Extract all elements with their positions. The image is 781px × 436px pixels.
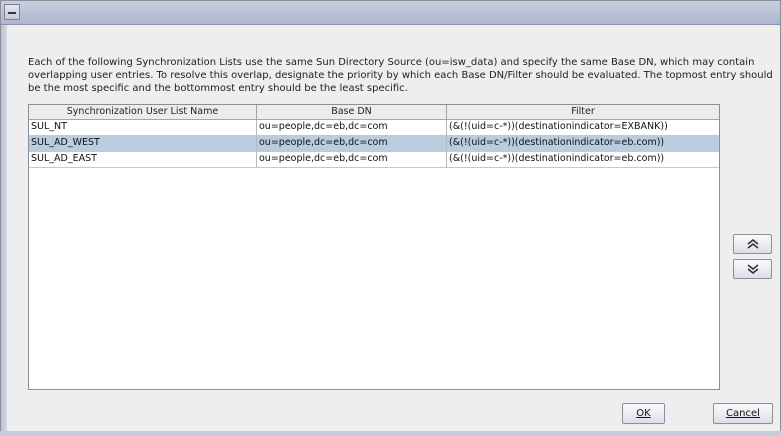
ok-button[interactable]: OK xyxy=(622,403,665,424)
minus-icon xyxy=(8,12,16,14)
cell-base-dn: ou=people,dc=eb,dc=com xyxy=(257,152,447,167)
table-row[interactable]: SUL_AD_EAST ou=people,dc=eb,dc=com (&(!(… xyxy=(29,152,719,168)
table-header: Synchronization User List Name Base DN F… xyxy=(29,105,719,120)
move-down-button[interactable] xyxy=(733,259,772,279)
column-header-filter[interactable]: Filter xyxy=(447,105,719,119)
window-left-border xyxy=(1,25,7,435)
double-chevron-up-icon xyxy=(747,239,758,249)
instructions-text: Each of the following Synchronization Li… xyxy=(28,57,773,94)
cell-list-name: SUL_NT xyxy=(29,120,257,135)
column-header-base-dn[interactable]: Base DN xyxy=(257,105,447,119)
cell-base-dn: ou=people,dc=eb,dc=com xyxy=(257,136,447,151)
table-row[interactable]: SUL_NT ou=people,dc=eb,dc=com (&(!(uid=c… xyxy=(29,120,719,136)
cell-filter: (&(!(uid=c-*))(destinationindicator=eb.c… xyxy=(449,153,665,164)
synchronization-lists-table: Synchronization User List Name Base DN F… xyxy=(28,104,720,390)
system-menu-button[interactable] xyxy=(4,4,20,20)
cell-base-dn: ou=people,dc=eb,dc=com xyxy=(257,120,447,135)
cancel-button[interactable]: Cancel xyxy=(713,403,773,424)
cell-filter: (&(!(uid=c-*))(destinationindicator=eb.c… xyxy=(449,137,665,148)
cell-filter: (&(!(uid=c-*))(destinationindicator=EXBA… xyxy=(449,121,668,132)
table-row[interactable]: SUL_AD_WEST ou=people,dc=eb,dc=com (&(!(… xyxy=(29,136,719,152)
double-chevron-down-icon xyxy=(747,264,758,274)
title-bar[interactable] xyxy=(1,1,780,25)
cell-list-name: SUL_AD_EAST xyxy=(29,152,257,167)
move-up-button[interactable] xyxy=(733,234,772,254)
column-header-name[interactable]: Synchronization User List Name xyxy=(29,105,257,119)
cell-list-name: SUL_AD_WEST xyxy=(29,136,257,151)
window-bottom-border xyxy=(0,431,781,436)
